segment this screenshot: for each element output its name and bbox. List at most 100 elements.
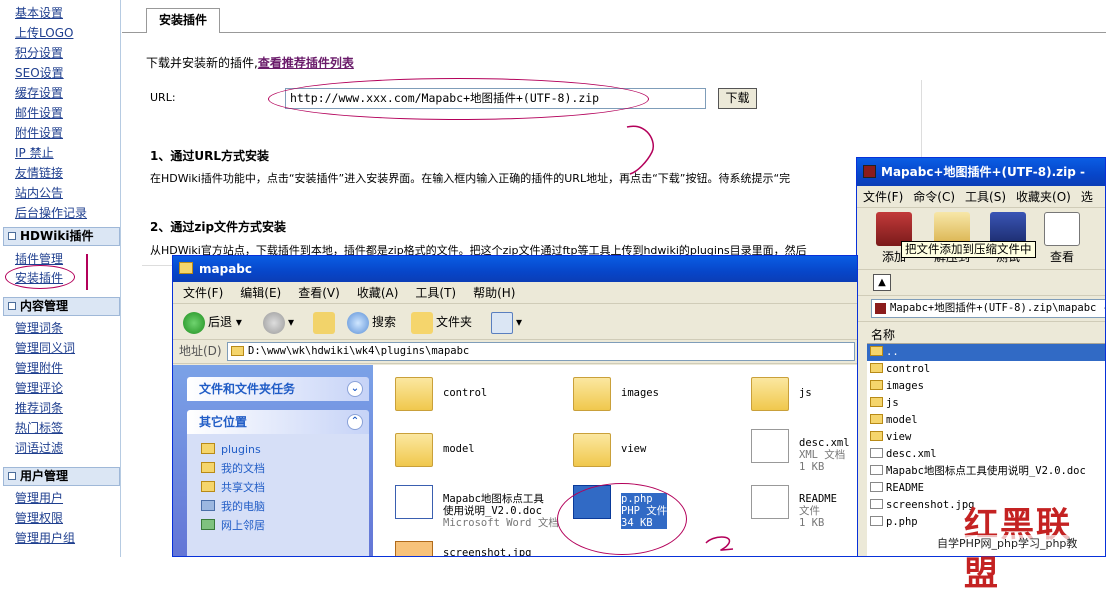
- list-item[interactable]: model: [867, 412, 1105, 429]
- menu-view[interactable]: 查看(V): [298, 286, 340, 300]
- other-places-header[interactable]: 其它位置 ⌃: [187, 410, 369, 434]
- add-tooltip: 把文件添加到压缩文件中: [901, 241, 1036, 258]
- wr-menu-options[interactable]: 选: [1081, 190, 1093, 204]
- menu-help[interactable]: 帮助(H): [473, 286, 515, 300]
- place-my-computer[interactable]: 我的电脑: [201, 497, 369, 516]
- list-item[interactable]: view: [867, 429, 1105, 446]
- folder-icon: [870, 431, 883, 441]
- folder-icon: [870, 363, 883, 373]
- annotation-stroke: [705, 536, 734, 551]
- sidebar-item-attachment[interactable]: 附件设置: [15, 124, 63, 141]
- menu-favorites[interactable]: 收藏(A): [357, 286, 399, 300]
- sidebar-item-manage-entries[interactable]: 管理词条: [15, 319, 63, 336]
- sidebar-item-announcement[interactable]: 站内公告: [15, 184, 63, 201]
- place-network[interactable]: 网上邻居: [201, 516, 369, 535]
- annotation-ellipse: [557, 483, 687, 555]
- collapse-box-icon: [8, 232, 16, 240]
- folder-icon: [179, 262, 193, 274]
- archive-path-field[interactable]: Mapabc+地图插件+(UTF-8).zip\mapabc -: [871, 299, 1105, 318]
- folder-icon: [870, 397, 883, 407]
- forward-arrow-icon: [263, 311, 285, 334]
- wr-menu-file[interactable]: 文件(F): [863, 190, 903, 204]
- sidebar-item-mail[interactable]: 邮件设置: [15, 104, 63, 121]
- list-item[interactable]: README: [867, 480, 1105, 497]
- winrar-path-bar: Mapabc+地图插件+(UTF-8).zip\mapabc -: [857, 296, 1105, 322]
- place-my-documents[interactable]: 我的文档: [201, 459, 369, 478]
- views-button[interactable]: ▾: [491, 310, 522, 334]
- task-pane: 文件和文件夹任务 ⌄ 其它位置 ⌃ plugins 我的文档 共享文档 我的电脑 网…: [173, 365, 373, 556]
- wr-menu-tools[interactable]: 工具(S): [965, 190, 1006, 204]
- word-doc-icon: [870, 465, 883, 475]
- search-button[interactable]: 搜索: [347, 310, 396, 334]
- section1-title: 1、通过URL方式安装: [150, 149, 269, 163]
- php-file-icon: [870, 516, 883, 526]
- recommended-plugins-link[interactable]: 查看推荐插件列表: [258, 56, 354, 70]
- address-field[interactable]: D:\www\wk\hdwiki\wk4\plugins\mapabc: [227, 342, 855, 361]
- sidebar-item-cache[interactable]: 缓存设置: [15, 84, 63, 101]
- sidebar-item-manage-users[interactable]: 管理用户: [15, 489, 63, 506]
- sidebar-item-upload-logo[interactable]: 上传LOGO: [15, 24, 73, 41]
- folder-icon: [231, 346, 244, 356]
- winrar-app-icon: [863, 165, 876, 178]
- download-button[interactable]: 下载: [718, 88, 757, 109]
- sidebar-item-admin-log[interactable]: 后台操作记录: [15, 204, 87, 221]
- tab-divider: [122, 32, 1106, 33]
- sidebar-item-comments[interactable]: 管理评论: [15, 379, 63, 396]
- list-item[interactable]: ..: [867, 344, 1105, 361]
- back-button[interactable]: 后退 ▾: [183, 310, 242, 334]
- folder-icon: [870, 380, 883, 390]
- menu-edit[interactable]: 编辑(E): [240, 286, 281, 300]
- wr-menu-command[interactable]: 命令(C): [913, 190, 955, 204]
- sidebar-item-basic-settings[interactable]: 基本设置: [15, 4, 63, 21]
- watermark-caption: 自学PHP网_php学习_php教: [934, 535, 1081, 551]
- winrar-titlebar[interactable]: Mapabc+地图插件+(UTF-8).zip -: [857, 158, 1105, 186]
- folder-icon: [870, 346, 883, 356]
- sidebar-section-users[interactable]: 用户管理: [3, 467, 120, 486]
- sidebar-item-word-filter[interactable]: 词语过滤: [15, 439, 63, 456]
- up-folder-icon: [313, 311, 335, 334]
- menu-file[interactable]: 文件(F): [183, 286, 223, 300]
- sidebar-item-hot-tags[interactable]: 热门标签: [15, 419, 63, 436]
- sidebar-item-user-groups[interactable]: 管理用户组: [15, 529, 75, 546]
- xml-file-icon: [751, 429, 789, 463]
- explorer-body: 文件和文件夹任务 ⌄ 其它位置 ⌃ plugins 我的文档 共享文档 我的电脑 网…: [173, 365, 857, 556]
- folders-icon: [411, 311, 433, 334]
- menu-tools[interactable]: 工具(T): [415, 286, 456, 300]
- sidebar-section-content[interactable]: 内容管理: [3, 297, 120, 316]
- image-file-icon: [395, 541, 433, 556]
- sidebar-item-friend-links[interactable]: 友情链接: [15, 164, 63, 181]
- place-shared-documents[interactable]: 共享文档: [201, 478, 369, 497]
- address-bar: 地址(D) D:\www\wk\hdwiki\wk4\plugins\mapab…: [173, 340, 857, 364]
- sidebar-item-ip-ban[interactable]: IP 禁止: [15, 144, 54, 161]
- computer-icon: [201, 500, 215, 511]
- forward-button[interactable]: ▾: [263, 310, 294, 334]
- wr-view-button[interactable]: 查看: [1037, 212, 1087, 265]
- up-arrow-icon[interactable]: ▲: [873, 274, 891, 291]
- sidebar-item-permissions[interactable]: 管理权限: [15, 509, 63, 526]
- chevron-down-icon[interactable]: ⌄: [347, 381, 363, 397]
- winrar-toolbar: 添加 解压到 测试 查看 把文件添加到压缩文件中: [857, 208, 1105, 270]
- up-folder-button[interactable]: [313, 310, 338, 334]
- explorer-titlebar[interactable]: mapabc: [173, 256, 857, 282]
- folders-button[interactable]: 文件夹: [411, 310, 472, 334]
- sidebar-item-points[interactable]: 积分设置: [15, 44, 63, 61]
- winrar-menubar: 文件(F) 命令(C) 工具(S) 收藏夹(O) 选: [857, 186, 1105, 208]
- list-item[interactable]: Mapabc地图标点工具使用说明_V2.0.doc: [867, 463, 1105, 480]
- search-icon: [347, 311, 369, 334]
- sidebar-item-synonyms[interactable]: 管理同义词: [15, 339, 75, 356]
- sidebar-section-plugins[interactable]: HDWiki插件: [3, 227, 120, 246]
- list-item[interactable]: images: [867, 378, 1105, 395]
- wr-menu-favorites[interactable]: 收藏夹(O): [1016, 190, 1071, 204]
- place-plugins[interactable]: plugins: [201, 440, 369, 459]
- tab-install-plugin[interactable]: 安装插件: [146, 8, 220, 33]
- list-item[interactable]: desc.xml: [867, 446, 1105, 463]
- chevron-up-icon[interactable]: ⌃: [347, 414, 363, 430]
- name-column-header[interactable]: 名称: [867, 326, 1105, 344]
- list-item[interactable]: js: [867, 395, 1105, 412]
- sidebar-item-recommend[interactable]: 推荐词条: [15, 399, 63, 416]
- sidebar-item-attachments[interactable]: 管理附件: [15, 359, 63, 376]
- file-tasks-header[interactable]: 文件和文件夹任务 ⌄: [187, 377, 369, 401]
- explorer-window: mapabc 文件(F) 编辑(E) 查看(V) 收藏(A) 工具(T) 帮助(H) 后退…: [172, 255, 858, 557]
- sidebar-item-seo[interactable]: SEO设置: [15, 64, 64, 81]
- list-item[interactable]: control: [867, 361, 1105, 378]
